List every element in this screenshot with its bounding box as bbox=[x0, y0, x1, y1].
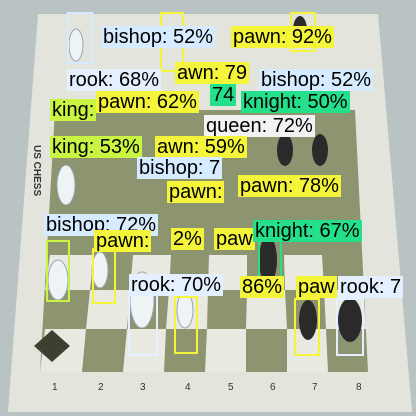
detection-box bbox=[46, 240, 70, 302]
detection-box bbox=[67, 12, 93, 64]
detection-label: bishop: 7 bbox=[137, 157, 223, 179]
file-label: 7 bbox=[312, 382, 318, 393]
file-label: 8 bbox=[356, 382, 362, 393]
file-label: 6 bbox=[270, 382, 276, 393]
detection-label: knight: 67% bbox=[253, 220, 362, 242]
file-label: 2 bbox=[98, 382, 104, 393]
detection-label: awn: 59% bbox=[155, 136, 247, 158]
detection-label: 86% bbox=[240, 276, 285, 298]
detection-box bbox=[174, 296, 198, 354]
detection-label: king: 53% bbox=[50, 136, 142, 158]
detection-label: pawn: 62% bbox=[96, 91, 199, 113]
detection-label: king: bbox=[50, 99, 97, 121]
detection-label: bishop: 52% bbox=[101, 26, 216, 48]
detection-box bbox=[92, 248, 116, 304]
detection-label: awn: 79 bbox=[175, 62, 250, 84]
board-logo-text: US CHESS bbox=[31, 145, 42, 196]
detection-box bbox=[336, 298, 364, 356]
detection-label: rook: 70% bbox=[129, 274, 224, 296]
detection-label: 2% bbox=[171, 228, 204, 250]
detection-label: 74 bbox=[210, 84, 237, 106]
detection-label: pawn: 78% bbox=[238, 175, 341, 197]
detection-label: pawn: bbox=[94, 230, 152, 252]
file-label: 5 bbox=[228, 382, 234, 393]
detection-label: bishop: 52% bbox=[259, 69, 374, 91]
file-label: 1 bbox=[52, 382, 58, 393]
detection-label: rook: 68% bbox=[67, 69, 162, 91]
detection-label: rook: 7 bbox=[338, 276, 404, 298]
file-label: 4 bbox=[185, 382, 191, 393]
detection-label: knight: 50% bbox=[241, 91, 350, 113]
detection-label: pawn: 92% bbox=[231, 26, 334, 48]
file-label: 3 bbox=[140, 382, 146, 393]
detection-label: paw bbox=[214, 228, 255, 250]
detection-label: paw bbox=[296, 276, 337, 298]
detection-box bbox=[294, 298, 320, 356]
detection-label: queen: 72% bbox=[204, 115, 315, 137]
detection-box bbox=[128, 292, 158, 356]
detection-label: pawn: bbox=[167, 181, 225, 203]
detection-scene: 1 2 3 4 5 6 7 8 US CHESS bishop: 52% paw… bbox=[0, 0, 416, 416]
